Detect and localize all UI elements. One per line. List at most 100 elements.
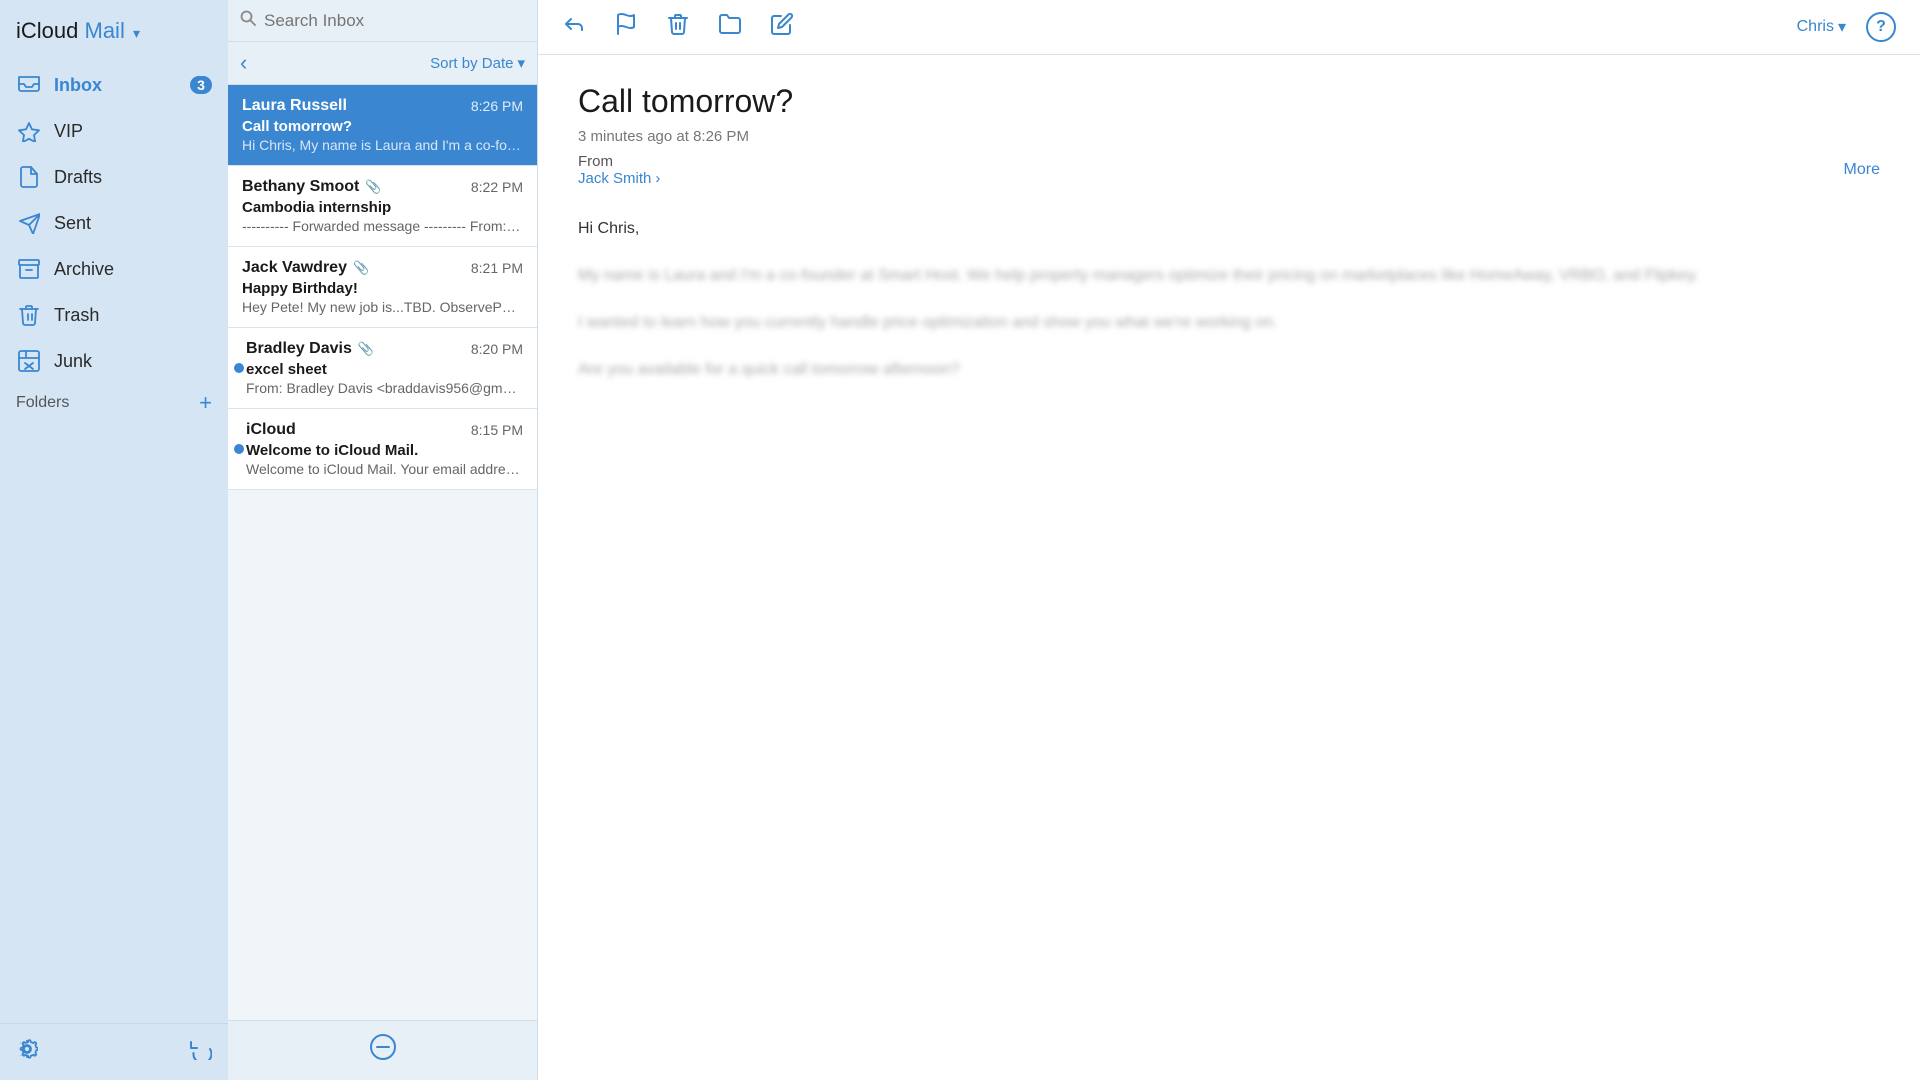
settings-button[interactable] [16, 1038, 38, 1066]
sender-name-5: iCloud [246, 421, 296, 439]
flag-button[interactable] [614, 12, 638, 42]
junk-icon [16, 348, 42, 374]
inbox-badge: 3 [190, 76, 212, 94]
sidebar: iCloud Mail ▾ Inbox 3 VIP [0, 0, 228, 1080]
email-list-panel: ‹ Sort by Date ▾ Laura Russell 8:26 PM C… [228, 0, 538, 1080]
sort-button[interactable]: Sort by Date ▾ [430, 54, 525, 72]
sidebar-item-trash[interactable]: Trash [0, 292, 228, 338]
sender-text-3: Jack Vawdrey [242, 259, 347, 277]
from-chevron: › [655, 170, 660, 187]
email-preview-1: Hi Chris, My name is Laura and I'm a co-… [242, 137, 523, 153]
delete-button[interactable] [666, 12, 690, 42]
move-button[interactable] [718, 12, 742, 42]
app-chevron[interactable]: ▾ [133, 25, 140, 41]
user-chevron: ▾ [1838, 17, 1846, 37]
from-label: From [578, 153, 613, 170]
sort-label-text: Sort by Date [430, 55, 513, 72]
inbox-label: Inbox [54, 75, 190, 96]
sent-label: Sent [54, 213, 212, 234]
search-input[interactable] [264, 11, 525, 31]
more-button[interactable]: More [1844, 161, 1880, 179]
email-blurred-line-1: My name is Laura and I'm a co-founder at… [578, 262, 1880, 291]
sender-text-5: iCloud [246, 421, 296, 439]
brand-name: iCloud [16, 18, 78, 43]
user-menu-button[interactable]: Chris ▾ [1797, 17, 1846, 37]
sidebar-item-junk[interactable]: Junk [0, 338, 228, 384]
email-body: Hi Chris, My name is Laura and I'm a co-… [578, 215, 1880, 385]
email-preview-2: ---------- Forwarded message --------- F… [242, 218, 523, 234]
sidebar-item-archive[interactable]: Archive [0, 246, 228, 292]
list-bottom [228, 1020, 537, 1080]
email-content: Call tomorrow? 3 minutes ago at 8:26 PM … [538, 55, 1920, 1080]
sidebar-item-drafts[interactable]: Drafts [0, 154, 228, 200]
reply-button[interactable] [562, 12, 586, 42]
user-name: Chris [1797, 18, 1834, 36]
email-item-2[interactable]: Bethany Smoot 📎 8:22 PM Cambodia interns… [228, 166, 537, 247]
trash-label: Trash [54, 305, 212, 326]
drafts-label: Drafts [54, 167, 212, 188]
sender-name-1: Laura Russell [242, 97, 347, 115]
add-folder-button[interactable]: + [199, 392, 212, 414]
email-list: Laura Russell 8:26 PM Call tomorrow? Hi … [228, 85, 537, 1020]
email-detail-meta: 3 minutes ago at 8:26 PM [578, 128, 1880, 145]
refresh-button[interactable] [190, 1038, 212, 1066]
nav-items: Inbox 3 VIP Drafts [0, 58, 228, 1023]
archive-label: Archive [54, 259, 212, 280]
email-time-4: 8:20 PM [471, 341, 523, 357]
email-subject-5: Welcome to iCloud Mail. [246, 442, 523, 459]
email-detail-from: From Jack Smith › More [578, 153, 1880, 187]
search-bar [228, 0, 537, 42]
email-time-2: 8:22 PM [471, 179, 523, 195]
sidebar-item-vip[interactable]: VIP [0, 108, 228, 154]
help-button[interactable]: ? [1866, 12, 1896, 42]
from-name-text: Jack Smith [578, 170, 651, 187]
email-item-3[interactable]: Jack Vawdrey 📎 8:21 PM Happy Birthday! H… [228, 247, 537, 328]
sender-text-4: Bradley Davis [246, 340, 352, 358]
email-item-5[interactable]: iCloud 8:15 PM Welcome to iCloud Mail. W… [228, 409, 537, 490]
folders-section: Folders + [0, 384, 228, 422]
trash-icon [16, 302, 42, 328]
app-name: Mail [85, 18, 125, 43]
folders-label: Folders [16, 394, 69, 412]
attachment-icon-4: 📎 [358, 341, 374, 357]
email-preview-5: Welcome to iCloud Mail. Your email addre… [246, 461, 523, 477]
sender-name-4: Bradley Davis 📎 [246, 340, 374, 358]
sent-icon [16, 210, 42, 236]
sender-text-2: Bethany Smoot [242, 178, 359, 196]
email-detail-panel: Chris ▾ ? Call tomorrow? 3 minutes ago a… [538, 0, 1920, 1080]
email-time-5: 8:15 PM [471, 422, 523, 438]
back-button[interactable]: ‹ [240, 50, 247, 76]
unread-dot-5 [234, 444, 244, 454]
email-preview-3: Hey Pete! My new job is...TBD. ObservePo… [242, 299, 523, 315]
inbox-icon [16, 72, 42, 98]
email-item-4[interactable]: Bradley Davis 📎 8:20 PM excel sheet From… [228, 328, 537, 409]
email-greeting: Hi Chris, [578, 215, 1880, 242]
email-preview-4: From: Bradley Davis <braddavis956@gmail.… [246, 380, 523, 396]
email-subject-4: excel sheet [246, 361, 523, 378]
filter-button[interactable] [369, 1033, 397, 1068]
email-time-1: 8:26 PM [471, 98, 523, 114]
email-time-3: 8:21 PM [471, 260, 523, 276]
email-subject-3: Happy Birthday! [242, 280, 523, 297]
email-blurred-line-3: Are you available for a quick call tomor… [578, 356, 1880, 385]
vip-icon [16, 118, 42, 144]
sidebar-item-sent[interactable]: Sent [0, 200, 228, 246]
compose-button[interactable] [770, 12, 794, 42]
sender-name-3: Jack Vawdrey 📎 [242, 259, 369, 277]
vip-label: VIP [54, 121, 212, 142]
sidebar-item-inbox[interactable]: Inbox 3 [0, 62, 228, 108]
search-icon [240, 10, 256, 31]
unread-dot-4 [234, 363, 244, 373]
email-item-1[interactable]: Laura Russell 8:26 PM Call tomorrow? Hi … [228, 85, 537, 166]
from-name-button[interactable]: Jack Smith › [578, 170, 660, 187]
app-title[interactable]: iCloud Mail ▾ [0, 0, 228, 58]
drafts-icon [16, 164, 42, 190]
sender-name-2: Bethany Smoot 📎 [242, 178, 382, 196]
attachment-icon-2: 📎 [365, 179, 381, 195]
email-subject-1: Call tomorrow? [242, 118, 523, 135]
sort-bar: ‹ Sort by Date ▾ [228, 42, 537, 85]
from-section: From Jack Smith › [578, 153, 660, 187]
archive-icon [16, 256, 42, 282]
sort-chevron: ▾ [517, 54, 525, 72]
junk-label: Junk [54, 351, 212, 372]
